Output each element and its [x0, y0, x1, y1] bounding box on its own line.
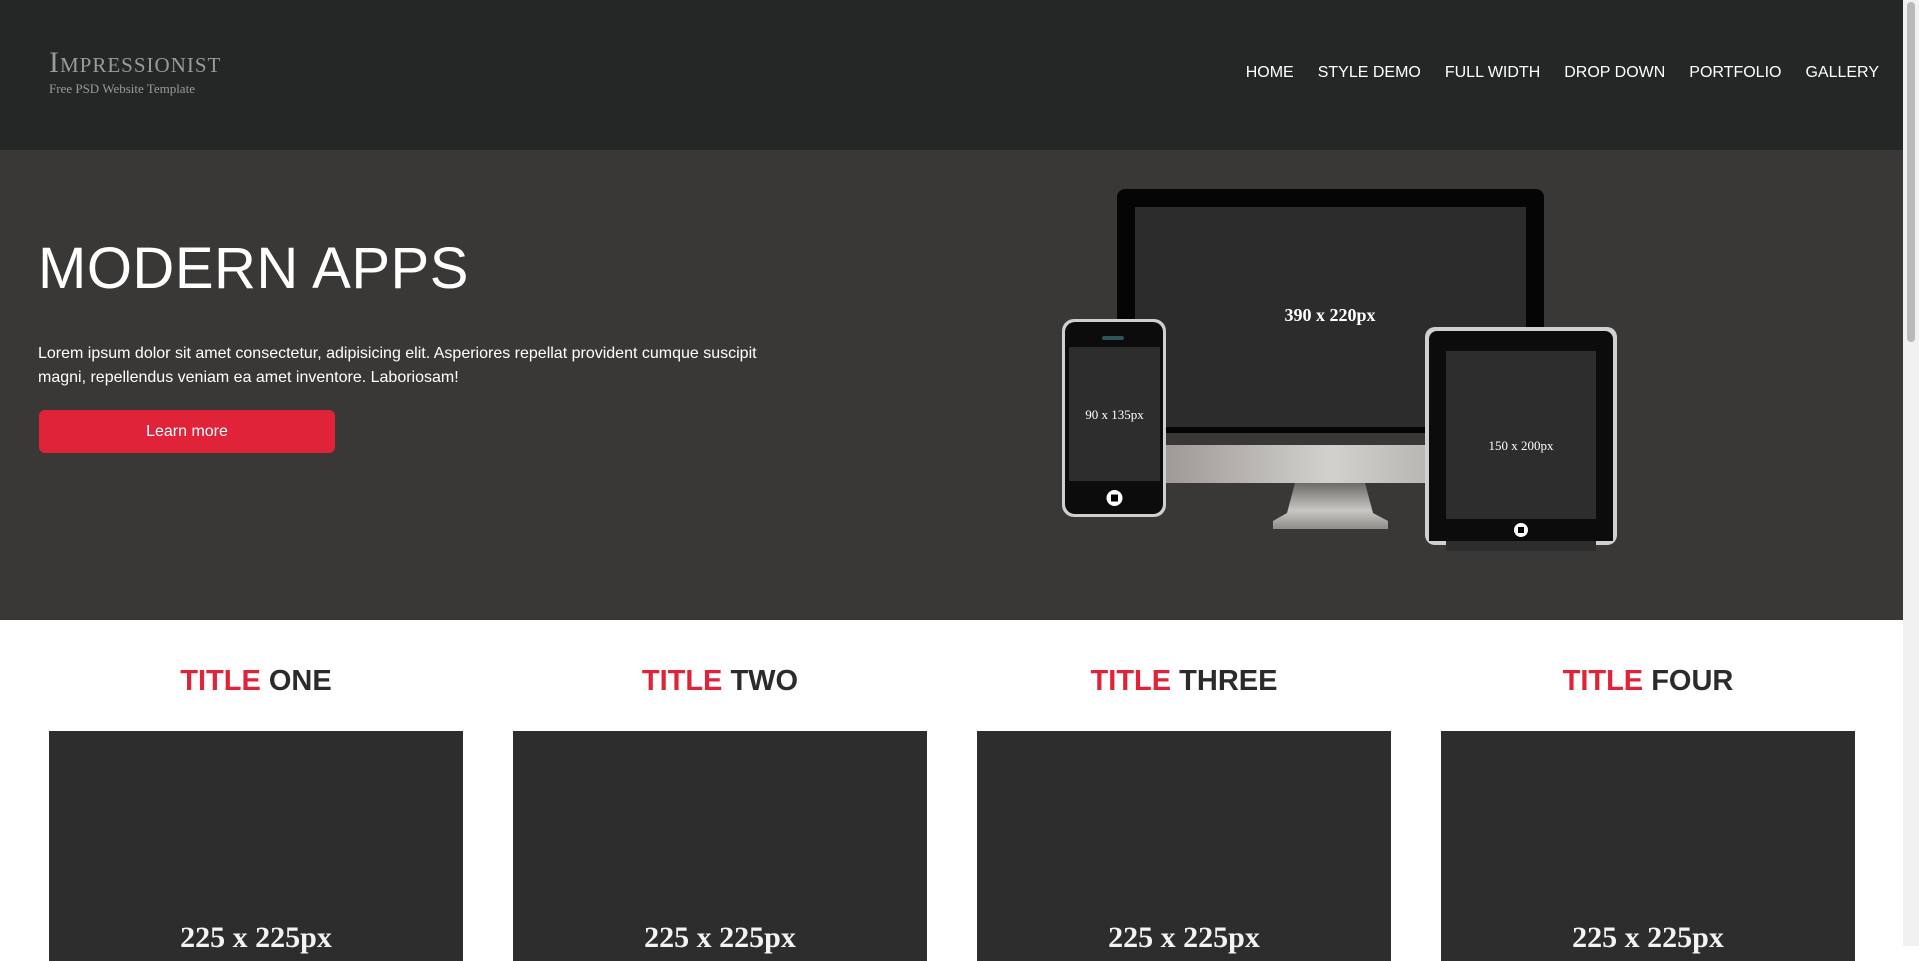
services-section: TITLE ONE 225 x 225px TITLE TWO 225 x 22… — [0, 620, 1903, 961]
service-image-placeholder: 225 x 225px — [977, 731, 1391, 961]
logo-subtitle: Free PSD Website Template — [49, 81, 195, 96]
hero-section: MODERN APPS Lorem ipsum dolor sit amet c… — [0, 150, 1903, 620]
image-size-label: 225 x 225px — [1108, 921, 1260, 954]
service-image-placeholder: 225 x 225px — [513, 731, 927, 961]
service-title: TITLE FOUR — [1441, 665, 1855, 698]
hero-title: MODERN APPS — [38, 236, 469, 301]
service-title: TITLE ONE — [49, 665, 463, 698]
learn-more-button[interactable]: Learn more — [39, 410, 335, 453]
scrollbar-thumb[interactable] — [1907, 2, 1915, 342]
tablet-mockup: 150 x 200px — [1425, 327, 1617, 551]
image-size-label: 225 x 225px — [180, 921, 332, 954]
nav-portfolio[interactable]: PORTFOLIO — [1689, 64, 1781, 82]
site-header: Impressionist Free PSD Website Template … — [0, 0, 1903, 150]
service-image-placeholder: 225 x 225px — [49, 731, 463, 961]
title-rest: FOUR — [1651, 665, 1734, 697]
nav-drop-down[interactable]: DROP DOWN — [1564, 64, 1665, 82]
service-image-placeholder: 225 x 225px — [1441, 731, 1855, 961]
title-accent: TITLE — [180, 665, 261, 697]
title-accent: TITLE — [1090, 665, 1172, 697]
hero-text: Lorem ipsum dolor sit amet consectetur, … — [38, 345, 757, 386]
title-accent: TITLE — [641, 665, 723, 697]
service-title: TITLE TWO — [513, 665, 927, 698]
title-rest: THREE — [1179, 665, 1278, 697]
phone-mockup: 90 x 135px — [1062, 319, 1166, 517]
nav-home[interactable]: HOME — [1246, 64, 1294, 82]
title-rest: TWO — [730, 665, 799, 697]
title-rest: ONE — [268, 665, 332, 697]
image-size-label: 225 x 225px — [644, 921, 796, 954]
logo-title[interactable]: Impressionist — [49, 46, 221, 80]
phone-size-label: 90 x 135px — [1085, 407, 1144, 422]
service-title: TITLE THREE — [977, 665, 1391, 698]
image-size-label: 225 x 225px — [1572, 921, 1724, 954]
nav-gallery[interactable]: GALLERY — [1805, 64, 1879, 82]
devices-mockup: 390 x 220px 90 x 135px 150 x 200px — [1062, 189, 1617, 551]
main-nav: HOME STYLE DEMO FULL WIDTH DROP DOWN POR… — [1246, 64, 1879, 82]
nav-style-demo[interactable]: STYLE DEMO — [1318, 64, 1421, 82]
page-scrollbar[interactable] — [1903, 0, 1919, 946]
tablet-size-label: 150 x 200px — [1489, 438, 1555, 453]
title-accent: TITLE — [1562, 665, 1644, 697]
nav-full-width[interactable]: FULL WIDTH — [1445, 64, 1540, 82]
desktop-size-label: 390 x 220px — [1284, 305, 1375, 325]
